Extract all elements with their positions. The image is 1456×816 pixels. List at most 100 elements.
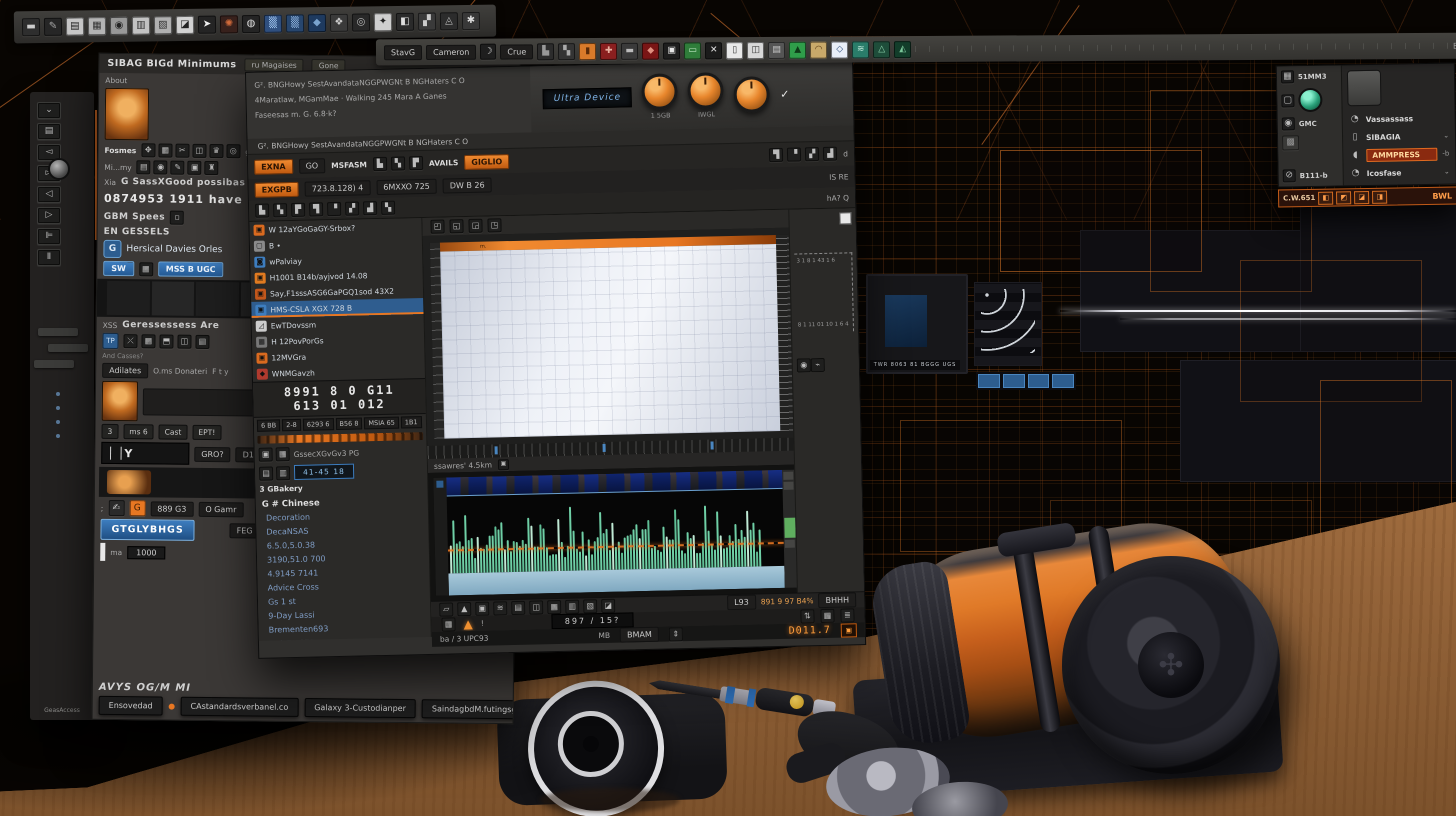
tile-icon[interactable]: ▜: [309, 202, 323, 216]
flower-icon[interactable]: ❖: [330, 14, 348, 32]
exna-button[interactable]: EXNA: [254, 158, 293, 174]
tile-icon[interactable]: ◉: [154, 160, 168, 174]
tile-icon[interactable]: ▜: [769, 148, 783, 162]
window-icon[interactable]: ▬: [22, 18, 40, 36]
rail-chip[interactable]: [34, 360, 74, 368]
menu-line-1[interactable]: G². BNGHowy SestAvandataNGGPWGNt B NGHat…: [254, 75, 522, 90]
tile-icon[interactable]: ⇅: [800, 609, 814, 623]
glow-thumb[interactable]: [107, 470, 151, 494]
knob-2[interactable]: [688, 72, 725, 109]
filmstrip-frame[interactable]: [151, 281, 194, 315]
tile-icon[interactable]: ◁: [37, 186, 61, 203]
tile-icon[interactable]: ⌄: [37, 102, 61, 119]
filmstrip-frame[interactable]: [107, 281, 150, 315]
half-icon[interactable]: ◧: [396, 13, 414, 31]
filmstrip-frame[interactable]: [196, 282, 239, 316]
button[interactable]: SaindagbdM.futingsges: [422, 699, 520, 719]
rail-chip[interactable]: [48, 344, 88, 352]
knob-1[interactable]: [642, 73, 679, 110]
tile-icon[interactable]: ▦: [158, 143, 172, 157]
primary-blue-button[interactable]: GTGLYBHGS: [100, 519, 194, 541]
meter-btn[interactable]: BHHH: [818, 592, 856, 608]
stack-icon[interactable]: ▤: [66, 17, 84, 35]
swatch-icon[interactable]: ▩: [1282, 135, 1299, 150]
button[interactable]: 723.8.128) 4: [305, 180, 371, 196]
tile-icon[interactable]: ▦: [441, 617, 455, 631]
waveform-display[interactable]: [446, 470, 785, 596]
tile-icon[interactable]: ▟: [823, 147, 837, 161]
prism-icon[interactable]: ◇: [831, 41, 848, 58]
tile-icon[interactable]: ♛: [209, 144, 223, 158]
tile-icon[interactable]: ▣: [475, 601, 489, 615]
sheet-icon[interactable]: ▤: [768, 41, 785, 58]
viewport[interactable]: m.: [440, 235, 780, 439]
tile-icon[interactable]: ▙: [373, 157, 387, 171]
tile-icon[interactable]: ▥: [565, 599, 579, 613]
edit-icon[interactable]: ✍: [108, 500, 124, 516]
tile-icon[interactable]: ▞: [345, 201, 359, 215]
tile-icon[interactable]: ▲: [457, 602, 471, 616]
wave-tag-icon[interactable]: ▣: [498, 459, 509, 470]
pen-icon[interactable]: ✎: [44, 18, 62, 36]
mini-white-icon[interactable]: [839, 212, 851, 224]
target-icon[interactable]: ◉: [110, 17, 128, 35]
tile-icon[interactable]: ▤: [195, 335, 209, 349]
star-icon[interactable]: ✱: [462, 12, 480, 30]
slider-display[interactable]: │ │Y: [101, 442, 189, 465]
bakery-label[interactable]: 3 GBakery: [259, 484, 302, 494]
property-item[interactable]: ◖AMMPRESS-b: [1346, 145, 1452, 165]
layers-icon[interactable]: ▦: [88, 17, 106, 35]
button[interactable]: Cameron: [426, 44, 476, 59]
button[interactable]: DW B 26: [443, 177, 492, 193]
tp-tag[interactable]: TP: [102, 333, 118, 349]
tile-icon[interactable]: ▟: [363, 201, 377, 215]
tile-icon[interactable]: ⌁: [811, 358, 825, 372]
tile-icon[interactable]: ◰: [430, 220, 444, 234]
device-btn-ugc[interactable]: MSS B UGC: [158, 261, 224, 277]
button[interactable]: B56 8: [335, 417, 362, 430]
button[interactable]: Ensovedad: [99, 696, 163, 716]
ban-icon[interactable]: ⊘: [1283, 169, 1296, 182]
tile-icon[interactable]: ▚: [381, 201, 395, 215]
frames-value[interactable]: 41-45 18: [294, 464, 354, 480]
button[interactable]: EPT!: [192, 425, 221, 440]
cube-icon[interactable]: ▦: [1281, 70, 1294, 83]
cross-red-icon[interactable]: ✚: [600, 42, 617, 59]
crue-button[interactable]: Crue: [500, 44, 533, 59]
peak-green-icon[interactable]: △: [873, 41, 890, 58]
waves-icon[interactable]: ≋: [852, 41, 869, 58]
cut-icon[interactable]: ✕: [705, 42, 722, 59]
property-item[interactable]: ◔Vassassass: [1346, 109, 1452, 129]
shear-icon[interactable]: ▙: [537, 43, 554, 60]
tile-icon[interactable]: ▤: [137, 160, 151, 174]
knob-3[interactable]: [734, 76, 771, 113]
giglio-button[interactable]: GIGLIO: [464, 154, 509, 170]
tile-icon[interactable]: ▚: [273, 203, 287, 217]
slider-btn-1[interactable]: GRO?: [194, 446, 230, 461]
tile-icon[interactable]: ◉: [797, 358, 811, 372]
tile-icon[interactable]: ✥: [141, 143, 155, 157]
tile-icon[interactable]: ⇕: [669, 627, 683, 641]
burst-icon[interactable]: ✺: [220, 15, 238, 33]
tile-icon[interactable]: ▤: [37, 123, 61, 140]
button[interactable]: 6MXXO 725: [376, 178, 437, 194]
hatch-icon[interactable]: ▞: [418, 12, 436, 30]
rail-knob[interactable]: [48, 158, 70, 180]
tile-icon[interactable]: ⤫: [123, 334, 137, 348]
grid-icon[interactable]: ▧: [154, 16, 172, 34]
button[interactable]: ms 6: [123, 424, 154, 439]
tile-icon[interactable]: ⊫: [37, 228, 61, 245]
button[interactable]: ◩: [1336, 191, 1351, 204]
menu-line-3[interactable]: Faseesas m. G. 6.8·k?: [255, 105, 523, 120]
preview-slot-button[interactable]: [1347, 70, 1382, 107]
viewport-canvas[interactable]: [440, 244, 780, 439]
tile-icon[interactable]: Ⅱ: [37, 249, 61, 266]
preview-thumbnail-2[interactable]: [102, 381, 138, 421]
tile-icon[interactable]: ≋: [493, 601, 507, 615]
dash-icon[interactable]: ▬: [621, 42, 638, 59]
tile-icon[interactable]: ▝: [327, 202, 341, 216]
tile-icon[interactable]: ✎: [171, 161, 185, 175]
chevron-down-icon[interactable]: -b: [1442, 150, 1449, 158]
preview-thumbnail[interactable]: [105, 88, 150, 140]
button[interactable]: 6293 6: [303, 418, 334, 431]
